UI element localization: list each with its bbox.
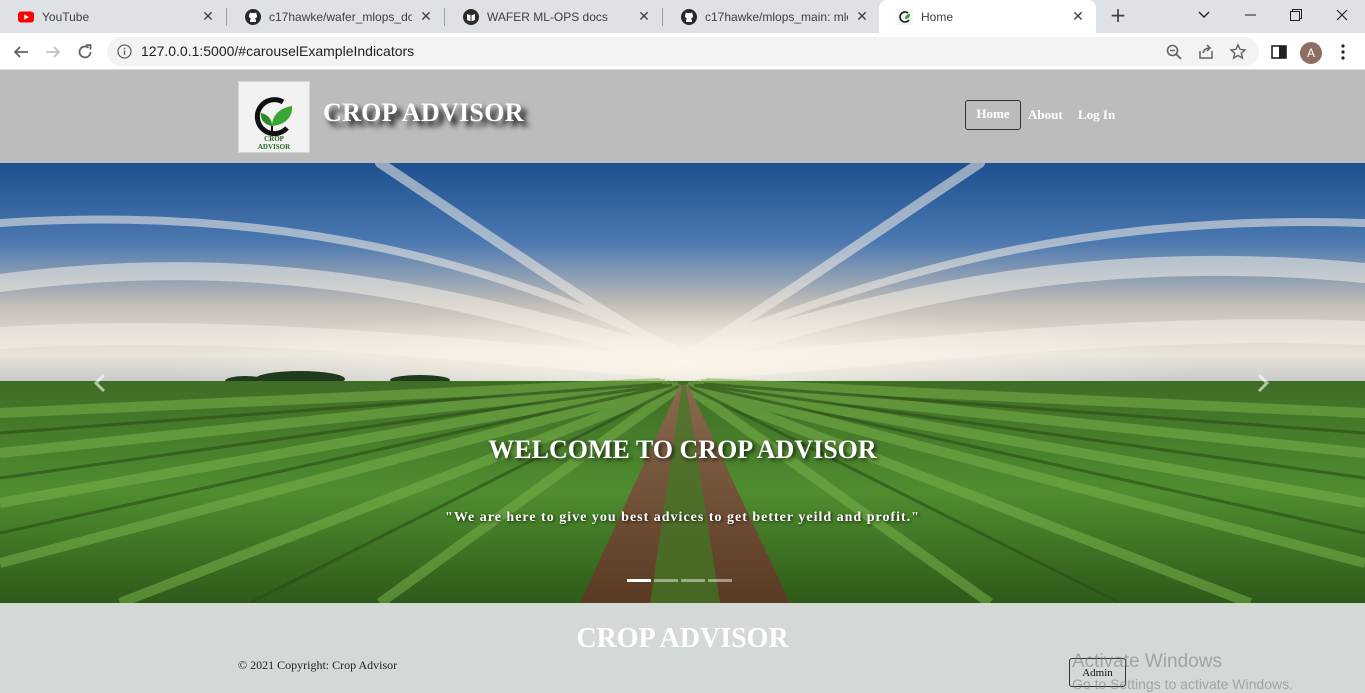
profile-avatar[interactable]: A [1300, 42, 1322, 64]
site-brand[interactable]: CROP ADVISOR [323, 98, 524, 128]
arrow-right-icon [46, 46, 61, 58]
address-bar[interactable]: 127.0.0.1:5000/#carouselExampleIndicator… [107, 37, 1259, 66]
tab-title: c17hawke/mlops_main: mlop [705, 9, 848, 24]
browser-tabstrip: YouTube ✕ c17hawke/wafer_mlops_docs ✕ WA… [0, 0, 1365, 33]
chevron-left-icon [93, 373, 106, 393]
reload-button[interactable] [72, 39, 98, 65]
hero-quote: "We are here to give you best advices to… [445, 510, 920, 525]
close-tab-icon[interactable]: ✕ [200, 9, 216, 25]
activate-windows-title: Activate Windows [1072, 651, 1222, 672]
youtube-icon [18, 11, 34, 22]
close-tab-icon[interactable]: ✕ [636, 9, 652, 25]
carousel-indicator[interactable] [627, 579, 651, 582]
new-tab-button[interactable]: + [1106, 4, 1130, 28]
carousel-next-button[interactable] [1255, 373, 1275, 393]
site-footer: CROP ADVISOR © 2021 Copyright: Crop Advi… [0, 603, 1365, 693]
tab-wafer-mlops-docs-repo[interactable]: c17hawke/wafer_mlops_docs ✕ [227, 0, 444, 33]
minimize-icon [1244, 14, 1256, 16]
copyright-text: © 2021 Copyright: Crop Advisor [238, 658, 398, 672]
hero-title: WELCOME TO CROP ADVISOR [488, 435, 877, 464]
tab-title: c17hawke/wafer_mlops_docs [269, 9, 412, 24]
minimize-button[interactable] [1227, 0, 1273, 30]
tab-title: Home [921, 9, 954, 24]
tab-title: WAFER ML-OPS docs [487, 9, 608, 24]
close-tab-icon[interactable]: ✕ [854, 9, 870, 25]
github-icon [245, 8, 261, 25]
svg-text:CROP: CROP [264, 135, 285, 143]
bookmark-star-icon[interactable] [1229, 43, 1247, 61]
nav-home[interactable]: Home [965, 100, 1021, 130]
carousel-indicators [627, 579, 732, 582]
svg-text:ADVISOR: ADVISOR [258, 143, 291, 151]
close-tab-icon[interactable]: ✕ [418, 9, 434, 25]
chevron-down-icon [1198, 11, 1210, 18]
arrow-left-icon [13, 46, 28, 58]
readthedocs-icon [463, 8, 479, 25]
zoom-icon[interactable] [1165, 43, 1183, 61]
restore-icon [1290, 9, 1302, 21]
back-button[interactable] [8, 39, 34, 65]
carousel-indicator[interactable] [681, 579, 705, 582]
tab-search-button[interactable] [1181, 0, 1227, 30]
carousel-indicator[interactable] [708, 579, 732, 582]
carousel-prev-button[interactable] [92, 373, 112, 393]
nav-about[interactable]: About [1028, 100, 1063, 130]
more-vertical-icon[interactable] [1333, 42, 1353, 62]
hero-field-image [0, 163, 1365, 603]
forward-button[interactable] [40, 39, 66, 65]
tab-wafer-mlops-docs[interactable]: WAFER ML-OPS docs ✕ [445, 0, 662, 33]
browser-toolbar: 127.0.0.1:5000/#carouselExampleIndicator… [0, 33, 1365, 70]
share-icon[interactable] [1197, 43, 1215, 61]
close-icon [1336, 9, 1348, 21]
restore-button[interactable] [1273, 0, 1319, 30]
close-window-button[interactable] [1319, 0, 1365, 30]
side-panel-icon[interactable] [1269, 42, 1289, 62]
tab-mlops-main-repo[interactable]: c17hawke/mlops_main: mlop ✕ [663, 0, 880, 33]
carousel-indicator[interactable] [654, 579, 678, 582]
url-text: 127.0.0.1:5000/#carouselExampleIndicator… [141, 43, 415, 59]
close-tab-icon[interactable]: ✕ [1070, 9, 1086, 25]
crop-advisor-favicon [897, 8, 913, 25]
reload-icon [78, 44, 92, 59]
site-header: CROP ADVISOR CROP ADVISOR Home About Log… [0, 70, 1365, 163]
crop-advisor-logo[interactable]: CROP ADVISOR [238, 81, 310, 153]
tab-title: YouTube [42, 9, 90, 24]
github-icon [681, 8, 697, 25]
hero-carousel: WELCOME TO CROP ADVISOR "We are here to … [0, 163, 1365, 603]
tab-home[interactable]: Home ✕ [879, 0, 1096, 33]
activate-windows-subtitle: Go to Settings to activate Windows. [1072, 676, 1293, 692]
nav-login[interactable]: Log In [1078, 100, 1115, 130]
tab-youtube[interactable]: YouTube ✕ [0, 0, 226, 33]
info-icon[interactable] [117, 44, 132, 59]
sprout-logo-icon: CROP ADVISOR [254, 97, 293, 151]
chevron-right-icon [1257, 373, 1270, 393]
